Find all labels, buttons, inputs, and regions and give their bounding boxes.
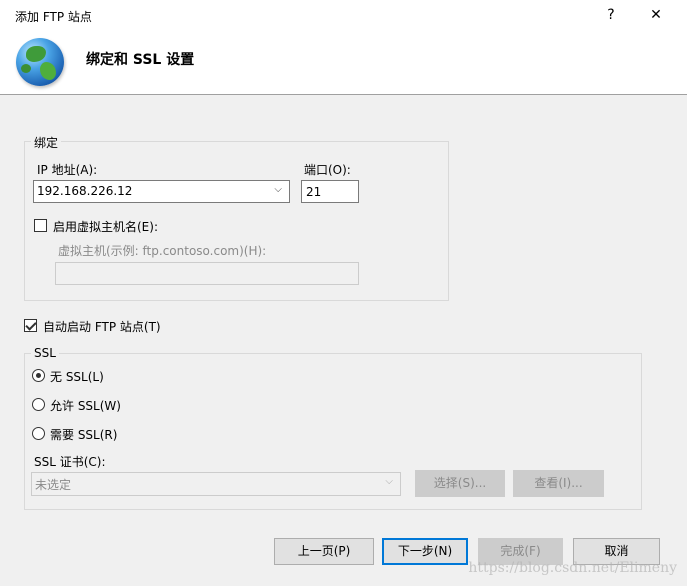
ssl-option-require-radio[interactable] xyxy=(32,427,45,440)
ssl-cert-value: 未选定 xyxy=(35,478,72,492)
ssl-cert-label: SSL 证书(C): xyxy=(34,455,106,469)
binding-group-label: 绑定 xyxy=(31,134,62,151)
autostart-label: 自动启动 FTP 站点(T) xyxy=(43,320,161,334)
virtual-host-field[interactable] xyxy=(55,262,359,285)
prev-button[interactable]: 上一页(P) xyxy=(274,538,374,565)
ip-address-value: 192.168.226.12 xyxy=(37,184,133,198)
chevron-down-icon: ⌵ xyxy=(274,184,282,195)
ssl-option-require-label: 需要 SSL(R) xyxy=(50,428,118,442)
virtual-host-input[interactable] xyxy=(56,263,358,284)
ssl-option-allow-label: 允许 SSL(W) xyxy=(50,399,121,413)
virtual-host-label: 虚拟主机(示例: ftp.contoso.com)(H): xyxy=(58,244,267,258)
close-button[interactable]: ✕ xyxy=(636,3,676,27)
next-button[interactable]: 下一步(N) xyxy=(382,538,468,565)
ip-address-label: IP 地址(A): xyxy=(37,163,98,177)
help-button[interactable]: ? xyxy=(591,3,631,27)
port-field[interactable] xyxy=(301,180,359,203)
ssl-option-none-label: 无 SSL(L) xyxy=(50,370,104,384)
ssl-cert-view-button[interactable]: 查看(I)... xyxy=(513,470,604,497)
ssl-option-none-radio[interactable] xyxy=(32,369,45,382)
chevron-down-icon: ⌵ xyxy=(385,476,393,487)
autostart-checkbox[interactable] xyxy=(24,319,37,332)
ip-address-combo[interactable]: 192.168.226.12 ⌵ xyxy=(33,180,290,203)
ssl-cert-select-button[interactable]: 选择(S)... xyxy=(415,470,505,497)
ssl-cert-combo[interactable]: 未选定 ⌵ xyxy=(31,472,401,496)
title-bar xyxy=(0,0,687,31)
ssl-option-allow-radio[interactable] xyxy=(32,398,45,411)
page-title: 绑定和 SSL 设置 xyxy=(86,52,195,68)
globe-icon xyxy=(16,38,64,86)
window-title: 添加 FTP 站点 xyxy=(15,10,92,24)
virtual-host-checkbox-label: 启用虚拟主机名(E): xyxy=(53,220,158,234)
port-input[interactable] xyxy=(302,181,358,202)
port-label: 端口(O): xyxy=(304,163,351,177)
ssl-group-label: SSL xyxy=(31,346,59,360)
watermark: https://blog.csdn.net/Elimeny xyxy=(468,560,677,576)
virtual-host-checkbox[interactable] xyxy=(34,219,47,232)
